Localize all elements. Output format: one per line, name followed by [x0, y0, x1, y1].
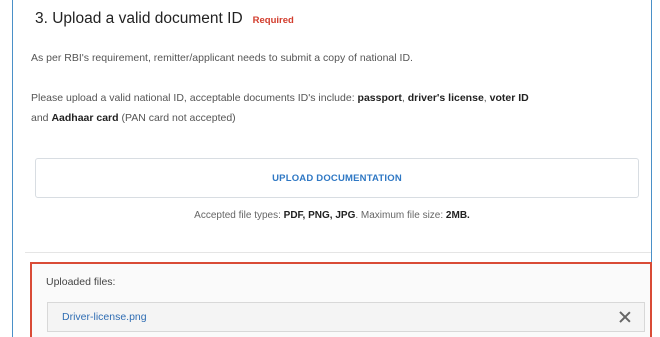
file-name-link[interactable]: Driver-license.png	[62, 311, 147, 323]
upload-card: 3. Upload a valid document ID Required A…	[12, 0, 652, 337]
uploaded-file-item: Driver-license.png	[47, 302, 645, 332]
accepted-file-types: Accepted file types: PDF, PNG, JPG. Maxi…	[194, 210, 470, 221]
required-badge: Required	[252, 15, 294, 26]
uploaded-files-panel: Uploaded files: Driver-license.png	[30, 262, 652, 337]
close-icon[interactable]	[618, 310, 632, 324]
pan-note: (PAN card not accepted)	[118, 112, 236, 124]
uploaded-files-label: Uploaded files:	[46, 276, 116, 288]
doc-voter-id: voter ID	[489, 92, 529, 104]
doc-passport: passport	[357, 92, 402, 104]
doc-drivers-license: driver's license	[407, 92, 484, 104]
upload-documentation-button[interactable]: UPLOAD DOCUMENTATION	[35, 158, 639, 198]
section-header: 3. Upload a valid document ID Required	[35, 10, 294, 28]
rbi-requirement-text: As per RBI's requirement, remitter/appli…	[31, 52, 413, 64]
acceptable-documents-text: Please upload a valid national ID, accep…	[31, 92, 529, 124]
section-title: 3. Upload a valid document ID	[35, 10, 243, 27]
doc-aadhaar-card: Aadhaar card	[51, 112, 119, 124]
section-divider	[25, 252, 651, 253]
